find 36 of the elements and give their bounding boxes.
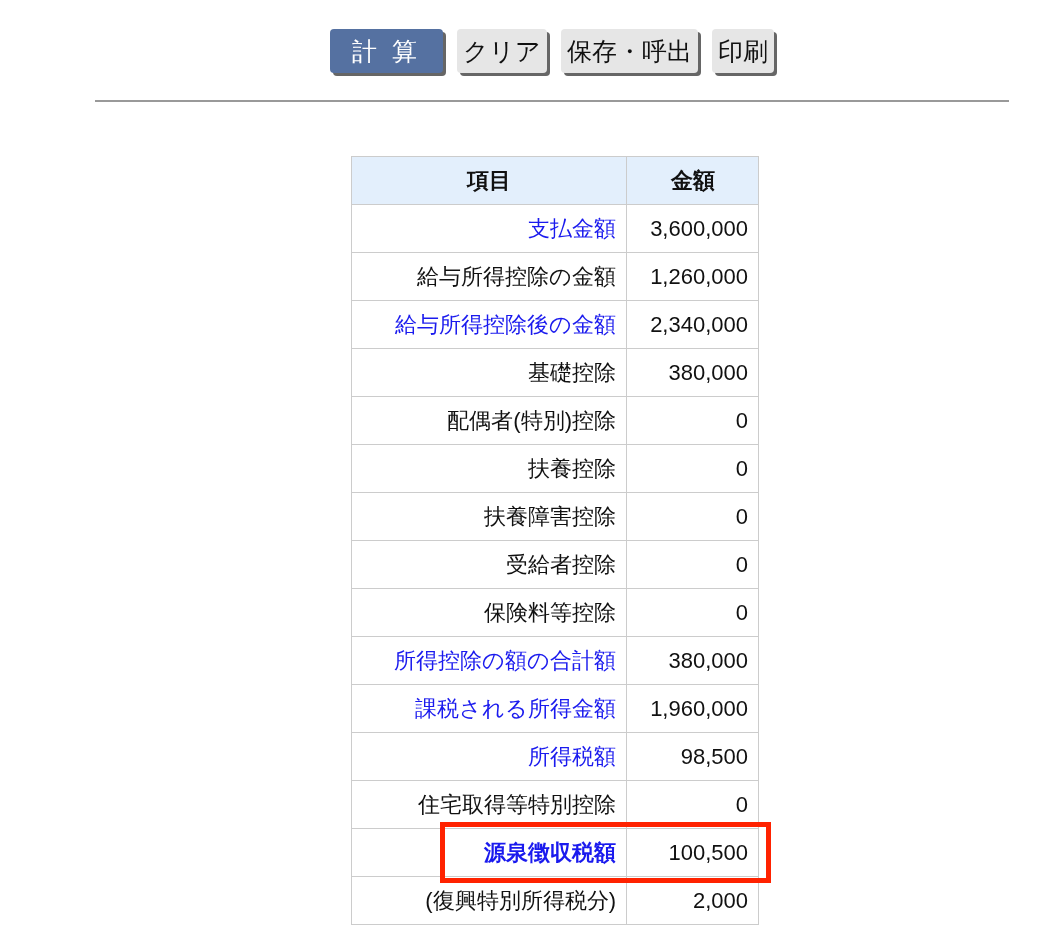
amount-cell: 0 — [627, 781, 759, 829]
item-cell: (復興特別所得税分) — [352, 877, 627, 925]
item-cell: 住宅取得等特別控除 — [352, 781, 627, 829]
action-button[interactable]: 印刷 — [711, 29, 774, 73]
item-cell: 受給者控除 — [352, 541, 627, 589]
amount-cell: 0 — [627, 493, 759, 541]
action-button[interactable]: クリア — [456, 29, 547, 73]
item-cell: 給与所得控除の金額 — [352, 253, 627, 301]
action-button[interactable]: 保存・呼出 — [560, 29, 698, 73]
amount-cell: 2,000 — [627, 877, 759, 925]
amount-cell: 0 — [627, 589, 759, 637]
amount-cell: 0 — [627, 445, 759, 493]
item-link[interactable]: 支払金額 — [352, 205, 627, 253]
item-cell: 配偶者(特別)控除 — [352, 397, 627, 445]
amount-cell: 380,000 — [627, 349, 759, 397]
amount-cell: 1,960,000 — [627, 685, 759, 733]
amount-cell: 0 — [627, 397, 759, 445]
amount-cell: 3,600,000 — [627, 205, 759, 253]
column-header: 項目 — [352, 157, 627, 205]
item-link[interactable]: 所得控除の額の合計額 — [352, 637, 627, 685]
item-link[interactable]: 課税される所得金額 — [352, 685, 627, 733]
amount-cell: 380,000 — [627, 637, 759, 685]
calculate-button[interactable]: 計 算 — [330, 29, 443, 73]
item-link[interactable]: 源泉徴収税額 — [352, 829, 627, 877]
item-link[interactable]: 所得税額 — [352, 733, 627, 781]
amount-cell: 0 — [627, 541, 759, 589]
item-cell: 基礎控除 — [352, 349, 627, 397]
item-cell: 保険料等控除 — [352, 589, 627, 637]
amount-cell: 1,260,000 — [627, 253, 759, 301]
amount-cell: 2,340,000 — [627, 301, 759, 349]
item-cell: 扶養障害控除 — [352, 493, 627, 541]
amount-cell: 100,500 — [627, 829, 759, 877]
item-link[interactable]: 給与所得控除後の金額 — [352, 301, 627, 349]
amount-cell: 98,500 — [627, 733, 759, 781]
item-cell: 扶養控除 — [352, 445, 627, 493]
column-header: 金額 — [627, 157, 759, 205]
